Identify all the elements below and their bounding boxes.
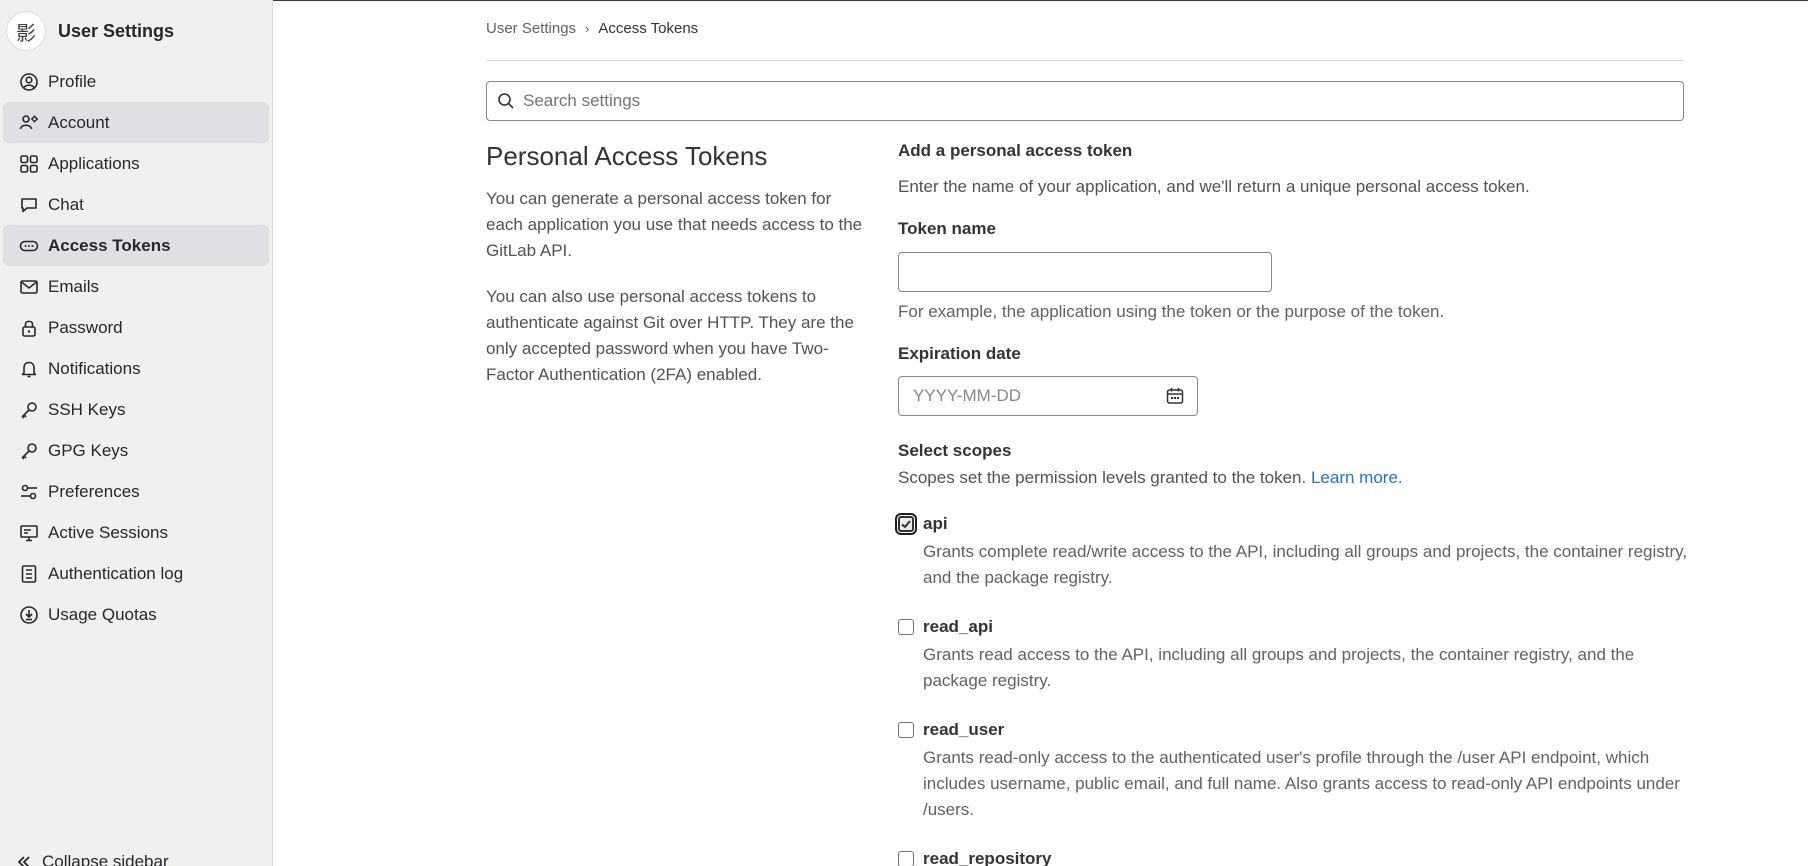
form-heading: Add a personal access token [898, 141, 1133, 160]
sidebar-item-label: Chat [48, 194, 84, 214]
chat-icon [17, 193, 41, 217]
expiration-date-input[interactable] [913, 386, 1133, 406]
account-icon [17, 111, 41, 135]
scope-name[interactable]: read_api [923, 617, 1688, 637]
sidebar-item-active-sessions[interactable]: Active Sessions [3, 512, 269, 553]
scope-description: Grants read access to the API, including… [923, 645, 1635, 690]
sidebar-item-label: Usage Quotas [48, 604, 157, 624]
sidebar-item-emails[interactable]: Emails [3, 266, 269, 307]
sidebar-nav: Profile Account Applications Chat Access Tok… [3, 61, 269, 635]
scope-name[interactable]: read_user [923, 720, 1688, 740]
scope-name[interactable]: api [923, 514, 1688, 534]
breadcrumb-current[interactable]: Access Tokens [598, 20, 698, 37]
sidebar-item-label: Password [48, 317, 123, 337]
scopes-description-text: Scopes set the permission levels granted… [898, 468, 1307, 487]
key-icon [17, 439, 41, 463]
scope-checkbox-read-repository[interactable] [898, 851, 914, 866]
scopes-list: api Grants complete read/write access to … [895, 513, 1688, 866]
sidebar-item-applications[interactable]: Applications [3, 143, 269, 184]
log-icon [17, 562, 41, 586]
sidebar-item-label: GPG Keys [48, 440, 129, 460]
sidebar-item-gpg-keys[interactable]: GPG Keys [3, 430, 269, 471]
token-name-input[interactable] [898, 252, 1272, 292]
monitor-icon [17, 521, 41, 545]
sidebar-item-label: Preferences [48, 481, 140, 501]
divider [486, 60, 1684, 61]
sidebar-item-label: Account [48, 112, 110, 132]
search-input[interactable] [523, 91, 1683, 111]
scope-checkbox-read-user[interactable] [898, 722, 914, 738]
scope-checkbox-read-api[interactable] [898, 619, 914, 635]
scope-read-api: read_api Grants read access to the API, i… [898, 617, 1688, 694]
checkmark-icon [901, 520, 911, 529]
sidebar-title: User Settings [58, 20, 175, 41]
collapse-label: Collapse sidebar [42, 852, 169, 866]
sidebar-item-label: SSH Keys [48, 399, 126, 419]
sidebar-item-label: Authentication log [48, 563, 184, 583]
sidebar-item-authentication-log[interactable]: Authentication log [3, 553, 269, 594]
scope-description: Grants read-only access to the authentic… [923, 748, 1680, 819]
intro-paragraph-1: You can generate a personal access token… [486, 189, 863, 260]
sidebar-item-preferences[interactable]: Preferences [3, 471, 269, 512]
sidebar-item-label: Applications [48, 153, 140, 173]
token-name-label: Token name [898, 219, 996, 238]
scope-checkbox-api[interactable] [895, 513, 917, 535]
intro-section: Personal Access Tokens You can generate … [486, 141, 866, 408]
search-icon [498, 93, 514, 109]
sidebar-item-password[interactable]: Password [3, 307, 269, 348]
token-form: Add a personal access token Enter the na… [895, 141, 1688, 866]
calendar-icon[interactable] [1165, 386, 1185, 406]
sidebar-item-ssh-keys[interactable]: SSH Keys [3, 389, 269, 430]
chevron-right-icon: › [585, 21, 590, 36]
scope-description: Grants complete read/write access to the… [923, 542, 1688, 587]
sidebar-item-label: Profile [48, 71, 97, 91]
expiration-label: Expiration date [898, 344, 1021, 363]
expiration-date-field[interactable] [898, 376, 1198, 416]
form-description: Enter the name of your application, and … [898, 177, 1530, 196]
applications-icon [17, 152, 41, 176]
page-title: Personal Access Tokens [486, 141, 768, 171]
key-icon [17, 398, 41, 422]
scope-api: api Grants complete read/write access to … [895, 513, 1688, 591]
avatar[interactable]: 影 [6, 11, 46, 51]
preferences-icon [17, 480, 41, 504]
sidebar-header: 影 User Settings [6, 10, 174, 52]
learn-more-link[interactable]: Learn more. [1311, 468, 1403, 487]
scope-read-user: read_user Grants read-only access to the … [898, 720, 1688, 823]
sidebar-item-label: Access Tokens [48, 235, 171, 255]
breadcrumb: User Settings › Access Tokens [486, 20, 698, 37]
quota-icon [17, 603, 41, 627]
sidebar-item-label: Emails [48, 276, 100, 296]
token-icon [17, 234, 41, 258]
bell-icon [17, 357, 41, 381]
token-name-help: For example, the application using the t… [898, 302, 1445, 321]
collapse-icon [17, 856, 30, 866]
sidebar-item-profile[interactable]: Profile [3, 61, 269, 102]
intro-paragraph-2: You can also use personal access tokens … [486, 287, 854, 384]
sidebar-item-access-tokens[interactable]: Access Tokens [3, 225, 269, 266]
sidebar-item-account[interactable]: Account [3, 102, 269, 143]
profile-icon [17, 70, 41, 94]
scope-read-repository: read_repository [898, 849, 1688, 866]
mail-icon [17, 275, 41, 299]
sidebar-item-label: Notifications [48, 358, 141, 378]
scope-name[interactable]: read_repository [923, 849, 1688, 866]
collapse-sidebar-button[interactable]: Collapse sidebar [14, 852, 169, 866]
breadcrumb-parent[interactable]: User Settings [486, 20, 576, 37]
scopes-description: Scopes set the permission levels granted… [898, 468, 1688, 488]
sidebar-item-chat[interactable]: Chat [3, 184, 269, 225]
sidebar-item-usage-quotas[interactable]: Usage Quotas [3, 594, 269, 635]
sidebar-item-notifications[interactable]: Notifications [3, 348, 269, 389]
lock-icon [17, 316, 41, 340]
sidebar-item-label: Active Sessions [48, 522, 168, 542]
sidebar: 影 User Settings Profile Account Applicatio… [0, 0, 273, 866]
search-box[interactable] [486, 81, 1684, 121]
scopes-label: Select scopes [898, 441, 1012, 460]
